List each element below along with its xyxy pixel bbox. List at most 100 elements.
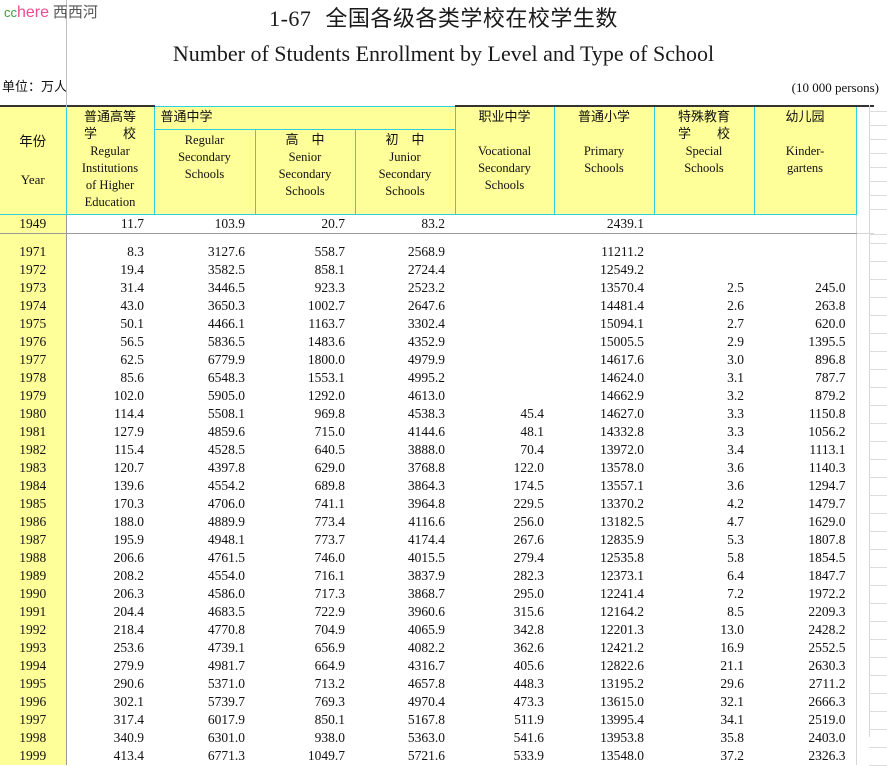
cell-value: 741.1 — [255, 495, 355, 513]
table-row[interactable]: 1974 43.0 3650.3 1002.7 2647.6 14481.4 2.6 263.… — [0, 297, 874, 315]
cell-value: 48.1 — [455, 423, 554, 441]
cell-value: 1847.7 — [754, 567, 856, 585]
cell-value: 4554.2 — [154, 477, 255, 495]
table-row[interactable]: 1994 279.9 4981.7 664.9 4316.7 405.6 12822.6 21… — [0, 657, 874, 675]
cell-value: 14481.4 — [554, 297, 654, 315]
cell-value: 206.6 — [66, 549, 154, 567]
cell-value: 3.3 — [654, 405, 754, 423]
table-row[interactable]: 1999 413.4 6771.3 1049.7 5721.6 533.9 13548.0 3… — [0, 747, 874, 765]
cell-value: 2630.3 — [754, 657, 856, 675]
table-row[interactable]: 1985 170.3 4706.0 741.1 3964.8 229.5 13370.2 4.… — [0, 495, 874, 513]
cell-value: 6.4 — [654, 567, 754, 585]
table-row[interactable]: 1984 139.6 4554.2 689.8 3864.3 174.5 13557.1 3.… — [0, 477, 874, 495]
col-header-special: 特殊教育 学 校 Special Schools — [653, 105, 755, 215]
table-row[interactable]: 1987 195.9 4948.1 773.7 4174.4 267.6 12835.9 5.… — [0, 531, 874, 549]
table-row[interactable]: 1979 102.0 5905.0 1292.0 4613.0 14662.9 3.2 879… — [0, 387, 874, 405]
cell-value: 62.5 — [66, 351, 154, 369]
cell-value: 4657.8 — [355, 675, 455, 693]
cell-value: 1972.2 — [754, 585, 856, 603]
table-row[interactable]: 1981 127.9 4859.6 715.0 4144.6 48.1 14332.8 3.3… — [0, 423, 874, 441]
cell-value: 13182.5 — [554, 513, 654, 531]
table-row[interactable]: 1993 253.6 4739.1 656.9 4082.2 362.6 12421.2 16… — [0, 639, 874, 657]
cell-value: 35.8 — [654, 729, 754, 747]
cell-value: 14624.0 — [554, 369, 654, 387]
cell-value: 14627.0 — [554, 405, 654, 423]
table-row[interactable]: 1975 50.1 4466.1 1163.7 3302.4 15094.1 2.7 620.… — [0, 315, 874, 333]
table-row[interactable]: 1972 19.4 3582.5 858.1 2724.4 12549.2 — [0, 261, 874, 279]
cell-value: 2428.2 — [754, 621, 856, 639]
col-header-year: 年份 Year — [0, 105, 67, 215]
cell-value: 858.1 — [255, 261, 355, 279]
data-sheet[interactable]: 年份 Year 普通高等 学 校 Regular Institutions of… — [0, 105, 887, 765]
cell-value: 3.0 — [654, 351, 754, 369]
cell-value: 3650.3 — [154, 297, 255, 315]
cell-value: 2.9 — [654, 333, 754, 351]
col-header-senior-en-1: Senior — [288, 149, 322, 164]
cell-spacer — [66, 233, 154, 243]
cell-value: 4739.1 — [154, 639, 255, 657]
cell-value: 629.0 — [255, 459, 355, 477]
cell-value: 43.0 — [66, 297, 154, 315]
cell-gutter — [855, 423, 874, 441]
cell-year: 1998 — [0, 729, 67, 747]
table-row[interactable]: 1990 206.3 4586.0 717.3 3868.7 295.0 12241.4 7.… — [0, 585, 874, 603]
cell-value: 218.4 — [66, 621, 154, 639]
table-row[interactable]: 1989 208.2 4554.0 716.1 3837.9 282.3 12373.1 6.… — [0, 567, 874, 585]
table-row[interactable]: 1949 11.7 103.9 20.7 83.2 2439.1 — [0, 214, 874, 234]
cell-value — [455, 333, 554, 351]
cell-spacer — [0, 233, 67, 243]
cell-value: 302.1 — [66, 693, 154, 711]
table-row[interactable]: 1982 115.4 4528.5 640.5 3888.0 70.4 13972.0 3.4… — [0, 441, 874, 459]
table-title-cn-text: 全国各级各类学校在校学生数 — [325, 7, 618, 32]
table-row[interactable]: 1976 56.5 5836.5 1483.6 4352.9 15005.5 2.9 1395… — [0, 333, 874, 351]
cell-value: 1140.3 — [754, 459, 856, 477]
table-number: 1-67 — [269, 6, 312, 31]
col-header-senior-secondary: 高 中 Senior Secondary Schools — [254, 128, 356, 216]
cell-value: 2403.0 — [754, 729, 856, 747]
cell-value: 558.7 — [255, 243, 355, 261]
table-row[interactable]: 1991 204.4 4683.5 722.9 3960.6 315.6 12164.2 8.… — [0, 603, 874, 621]
table-row[interactable]: 1998 340.9 6301.0 938.0 5363.0 541.6 13953.8 35… — [0, 729, 874, 747]
cell-value — [455, 279, 554, 297]
cell-value: 773.7 — [255, 531, 355, 549]
table-row[interactable]: 1971 8.3 3127.6 558.7 2568.9 11211.2 — [0, 243, 874, 261]
table-row[interactable]: 1973 31.4 3446.5 923.3 2523.2 13570.4 2.5 245.0 — [0, 279, 874, 297]
cell-year: 1992 — [0, 621, 67, 639]
cell-year: 1976 — [0, 333, 67, 351]
cell-gutter — [855, 243, 874, 261]
table-row[interactable]: 1980 114.4 5508.1 969.8 4538.3 45.4 14627.0 3.3… — [0, 405, 874, 423]
col-header-vocational-en-2: Secondary — [478, 161, 531, 175]
col-header-senior-en-3: Schools — [285, 183, 325, 198]
cell-value: 170.3 — [66, 495, 154, 513]
cell-value: 1056.2 — [754, 423, 856, 441]
enrollment-table: 年份 Year 普通高等 学 校 Regular Institutions of… — [0, 105, 874, 765]
cell-value: 2666.3 — [754, 693, 856, 711]
table-row[interactable]: 1996 302.1 5739.7 769.3 4970.4 473.3 13615.0 32… — [0, 693, 874, 711]
cell-value: 4683.5 — [154, 603, 255, 621]
cell-value: 850.1 — [255, 711, 355, 729]
cell-value — [754, 214, 856, 234]
table-row[interactable]: 1978 85.6 6548.3 1553.1 4995.2 14624.0 3.1 787.… — [0, 369, 874, 387]
cell-value: 1479.7 — [754, 495, 856, 513]
cell-value: 13195.2 — [554, 675, 654, 693]
cell-value: 4554.0 — [154, 567, 255, 585]
col-header-year-en: Year — [20, 171, 45, 187]
cell-value: 656.9 — [255, 639, 355, 657]
table-row[interactable]: 1986 188.0 4889.9 773.4 4116.6 256.0 13182.5 4.… — [0, 513, 874, 531]
table-row[interactable]: 1997 317.4 6017.9 850.1 5167.8 511.9 13995.4 34… — [0, 711, 874, 729]
cell-value: 102.0 — [66, 387, 154, 405]
cell-value: 5739.7 — [154, 693, 255, 711]
cell-value: 70.4 — [455, 441, 554, 459]
cell-value: 405.6 — [455, 657, 554, 675]
table-row[interactable]: 1992 218.4 4770.8 704.9 4065.9 342.8 12201.3 13… — [0, 621, 874, 639]
cell-value: 5.8 — [654, 549, 754, 567]
cell-value: 20.7 — [255, 214, 355, 234]
table-row[interactable]: 1977 62.5 6779.9 1800.0 4979.9 14617.6 3.0 896.… — [0, 351, 874, 369]
cell-value: 31.4 — [66, 279, 154, 297]
cell-value: 715.0 — [255, 423, 355, 441]
cell-spacer — [255, 233, 355, 243]
table-row[interactable]: 1983 120.7 4397.8 629.0 3768.8 122.0 13578.0 3.… — [0, 459, 874, 477]
table-row[interactable]: 1995 290.6 5371.0 713.2 4657.8 448.3 13195.2 29… — [0, 675, 874, 693]
table-row[interactable]: 1988 206.6 4761.5 746.0 4015.5 279.4 12535.8 5.… — [0, 549, 874, 567]
cell-value: 11.7 — [66, 214, 154, 234]
